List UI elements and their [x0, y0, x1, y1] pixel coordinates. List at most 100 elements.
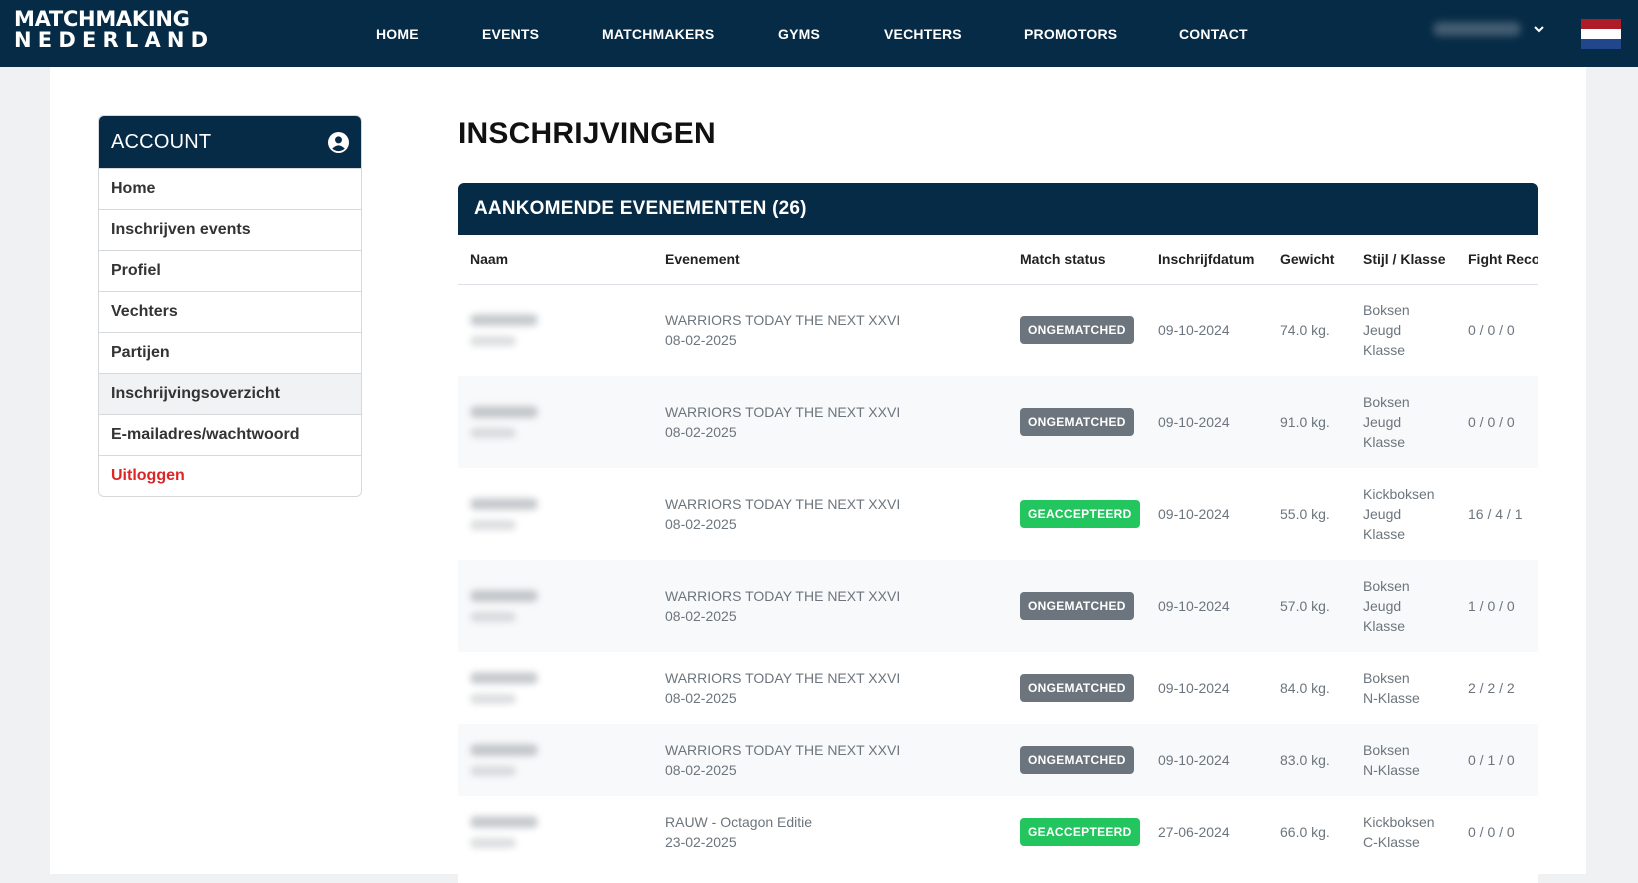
style-line: Boksen	[1363, 670, 1410, 686]
style-line: Klasse	[1363, 526, 1406, 542]
cell-gewicht: 84.0 kg.	[1268, 652, 1351, 724]
style-line: Boksen	[1363, 302, 1410, 319]
event-name[interactable]: WARRIORS TODAY THE NEXT XXVI	[665, 740, 996, 760]
status-badge: ONGEMATCHED	[1020, 316, 1134, 345]
cell-fight-record: 0 / 1 / 0	[1456, 724, 1538, 796]
table-row[interactable]: WARRIORS TODAY THE NEXT XXVI 08-02-2025 ON…	[458, 724, 1538, 796]
cell-match-status: ONGEMATCHED	[1008, 560, 1146, 652]
age-redacted	[470, 838, 516, 848]
name-redacted	[470, 406, 538, 418]
status-badge: GEACCEPTEERD	[1020, 818, 1140, 846]
age-redacted	[470, 336, 516, 347]
cell-match-status: ONGEMATCHED	[1008, 724, 1146, 796]
cell-match-status: ONGEMATCHED	[1008, 652, 1146, 724]
page-title: INSCHRIJVINGEN	[458, 117, 716, 150]
sidebar-item-profiel[interactable]: Profiel	[99, 250, 361, 291]
sidebar-item-inschrijvingsoverzicht[interactable]: Inschrijvingsoverzicht	[99, 373, 361, 414]
cell-fight-record: 2 / 2 / 2	[1456, 652, 1538, 724]
nav-events[interactable]: EVENTS	[482, 26, 539, 42]
table-row[interactable]: WARRIORS TODAY THE NEXT XXVI 08-02-2025 GE…	[458, 468, 1538, 560]
cell-naam	[458, 284, 653, 376]
nav-gyms[interactable]: GYMS	[778, 26, 820, 42]
cell-inschrijfdatum: 09-10-2024	[1146, 560, 1268, 652]
cell-naam	[458, 376, 653, 468]
cell-inschrijfdatum: 27-06-2024	[1146, 796, 1268, 868]
cell-gewicht: 83.0 kg.	[1268, 724, 1351, 796]
user-circle-icon	[328, 131, 349, 153]
col-gewicht[interactable]: Gewicht	[1268, 235, 1351, 285]
cell-match-status: ONGEMATCHED	[1008, 376, 1146, 468]
sidebar-item-inschrijven-events[interactable]: Inschrijven events	[99, 209, 361, 250]
event-name[interactable]: WARRIORS TODAY THE NEXT XXVI	[665, 668, 996, 688]
event-date: 23-02-2025	[665, 834, 737, 850]
cell-evenement: RAUW - Octagon Editie 23-02-2025	[653, 796, 1008, 868]
nav-matchmakers[interactable]: MATCHMAKERS	[602, 26, 714, 42]
registrations-table: Naam Evenement Match status Inschrijfdat…	[458, 235, 1538, 868]
name-redacted	[470, 672, 538, 684]
style-line: N-Klasse	[1363, 690, 1420, 706]
age-redacted	[470, 694, 516, 704]
col-match-status[interactable]: Match status	[1008, 235, 1146, 285]
age-redacted	[470, 520, 516, 530]
cell-inschrijfdatum: 09-10-2024	[1146, 468, 1268, 560]
style-line: Jeugd	[1363, 414, 1402, 430]
table-row[interactable]: WARRIORS TODAY THE NEXT XXVI 08-02-2025 ON…	[458, 284, 1538, 376]
cell-stijl-klasse: Boksen Jeugd Klasse	[1351, 284, 1456, 376]
cell-naam	[458, 652, 653, 724]
event-date: 08-02-2025	[665, 690, 737, 706]
style-line: Klasse	[1363, 434, 1406, 450]
sidebar-item-partijen[interactable]: Partijen	[99, 332, 361, 373]
sidebar-item-home[interactable]: Home	[99, 168, 361, 209]
cell-fight-record: 0 / 0 / 0	[1456, 796, 1538, 868]
nav-vechters[interactable]: VECHTERS	[884, 26, 962, 42]
table-scroll-area[interactable]: Naam Evenement Match status Inschrijfdat…	[458, 235, 1538, 868]
style-line: C-Klasse	[1363, 834, 1420, 850]
col-fight-record[interactable]: Fight Reco	[1456, 235, 1538, 285]
event-date: 08-02-2025	[665, 516, 737, 532]
event-name[interactable]: WARRIORS TODAY THE NEXT XXVI	[665, 586, 996, 606]
table-row[interactable]: WARRIORS TODAY THE NEXT XXVI 08-02-2025 ON…	[458, 560, 1538, 652]
table-row[interactable]: RAUW - Octagon Editie 23-02-2025 GEACCEPTE…	[458, 796, 1538, 868]
brand-logo[interactable]: MATCHMAKING NEDERLAND	[14, 6, 215, 52]
sidebar-item-vechters[interactable]: Vechters	[99, 291, 361, 332]
cell-stijl-klasse: Boksen Jeugd Klasse	[1351, 560, 1456, 652]
sidebar-item-logout[interactable]: Uitloggen	[99, 455, 361, 496]
event-name[interactable]: WARRIORS TODAY THE NEXT XXVI	[665, 310, 996, 330]
style-line: Jeugd	[1363, 506, 1402, 522]
nav-contact[interactable]: CONTACT	[1179, 26, 1248, 42]
table-row[interactable]: WARRIORS TODAY THE NEXT XXVI 08-02-2025 ON…	[458, 376, 1538, 468]
style-line: Kickboksen	[1363, 486, 1435, 502]
nav-promotors[interactable]: PROMOTORS	[1024, 26, 1117, 42]
cell-fight-record: 1 / 0 / 0	[1456, 560, 1538, 652]
col-evenement[interactable]: Evenement	[653, 235, 1008, 285]
style-line: Kickboksen	[1363, 814, 1435, 830]
col-naam[interactable]: Naam	[458, 235, 653, 285]
brand-line2: NEDERLAND	[14, 28, 215, 52]
cell-stijl-klasse: Kickboksen Jeugd Klasse	[1351, 468, 1456, 560]
name-redacted	[470, 314, 538, 327]
style-line: N-Klasse	[1363, 762, 1420, 778]
cell-gewicht: 74.0 kg.	[1268, 284, 1351, 376]
cell-fight-record: 0 / 0 / 0	[1456, 376, 1538, 468]
sidebar-item-email-password[interactable]: E-mailadres/wachtwoord	[99, 414, 361, 455]
col-stijl-klasse[interactable]: Stijl / Klasse	[1351, 235, 1456, 285]
sidebar-header: ACCOUNT	[99, 116, 361, 168]
brand-line1: MATCHMAKING	[14, 6, 190, 32]
status-badge: ONGEMATCHED	[1020, 592, 1134, 620]
event-name[interactable]: WARRIORS TODAY THE NEXT XXVI	[665, 494, 996, 514]
style-line: Jeugd	[1363, 322, 1402, 339]
chevron-down-icon	[1534, 26, 1544, 33]
col-inschrijfdatum[interactable]: Inschrijfdatum	[1146, 235, 1268, 285]
user-menu[interactable]	[1433, 22, 1545, 36]
table-header-row: Naam Evenement Match status Inschrijfdat…	[458, 235, 1538, 285]
event-date: 08-02-2025	[665, 762, 737, 778]
language-flag-nl[interactable]	[1581, 19, 1621, 49]
age-redacted	[470, 612, 516, 622]
event-name[interactable]: RAUW - Octagon Editie	[665, 812, 996, 832]
cell-evenement: WARRIORS TODAY THE NEXT XXVI 08-02-2025	[653, 724, 1008, 796]
cell-stijl-klasse: Boksen N-Klasse	[1351, 724, 1456, 796]
cell-naam	[458, 796, 653, 868]
table-row[interactable]: WARRIORS TODAY THE NEXT XXVI 08-02-2025 ON…	[458, 652, 1538, 724]
event-name[interactable]: WARRIORS TODAY THE NEXT XXVI	[665, 402, 996, 422]
nav-home[interactable]: HOME	[376, 26, 419, 42]
